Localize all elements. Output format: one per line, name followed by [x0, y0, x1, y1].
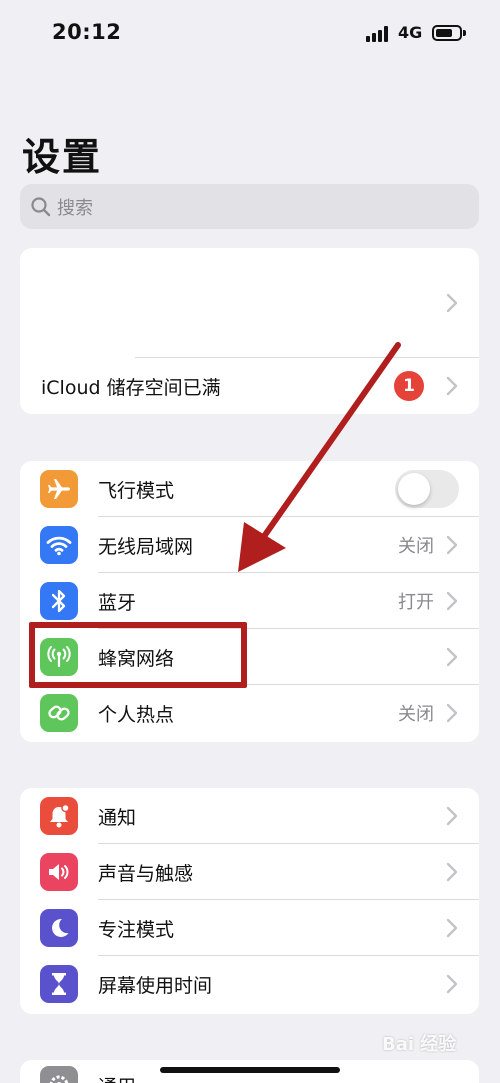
account-card: iCloud 储存空间已满 1	[20, 248, 479, 414]
sounds-row[interactable]: 声音与触感	[20, 844, 479, 900]
hotspot-link-icon	[40, 694, 78, 732]
status-bar: 20:12 4G	[0, 0, 500, 70]
bluetooth-label: 蓝牙	[98, 591, 137, 614]
notifications-label: 通知	[98, 806, 137, 829]
chevron-right-icon	[446, 535, 458, 555]
hotspot-label: 个人热点	[98, 703, 175, 726]
search-input[interactable]: 搜索	[20, 184, 479, 229]
signal-strength-icon	[366, 26, 390, 42]
chevron-right-icon	[446, 703, 458, 723]
notification-card: 通知 声音与触感 专注模式 屏幕使用时间	[20, 788, 479, 1014]
chevron-right-icon	[446, 647, 458, 667]
notifications-row[interactable]: 通知	[20, 788, 479, 844]
battery-icon	[432, 25, 462, 41]
gear-icon	[40, 1066, 78, 1083]
speaker-icon	[40, 853, 78, 891]
notification-badge: 1	[394, 371, 424, 401]
hourglass-icon	[40, 965, 78, 1003]
icloud-storage-row[interactable]: iCloud 储存空间已满 1	[20, 358, 479, 414]
status-time: 20:12	[52, 20, 122, 44]
wifi-row[interactable]: 无线局域网 关闭	[20, 517, 479, 573]
page-title: 设置	[22, 135, 103, 179]
airplane-mode-toggle[interactable]	[395, 470, 459, 508]
notification-bell-icon	[40, 797, 78, 835]
focus-row[interactable]: 专注模式	[20, 900, 479, 956]
chevron-right-icon	[446, 293, 458, 313]
chevron-right-icon	[446, 806, 458, 826]
network-type: 4G	[398, 23, 423, 42]
battery-cap	[463, 30, 466, 36]
connectivity-card: 飞行模式 无线局域网 关闭 蓝牙 打开 蜂窝网络 个人热点 关闭	[20, 461, 479, 742]
focus-label: 专注模式	[98, 918, 175, 941]
chevron-right-icon	[446, 918, 458, 938]
watermark: Bai 经验	[382, 1034, 457, 1055]
chevron-right-icon	[446, 376, 458, 396]
icloud-storage-label: iCloud 储存空间已满	[41, 376, 221, 399]
home-indicator[interactable]	[160, 1067, 340, 1073]
screen-time-label: 屏幕使用时间	[98, 974, 213, 997]
general-label: 通用	[98, 1072, 136, 1083]
chevron-right-icon	[446, 591, 458, 611]
moon-icon	[40, 909, 78, 947]
airplane-mode-label: 飞行模式	[98, 479, 175, 502]
screen-time-row[interactable]: 屏幕使用时间	[20, 956, 479, 1012]
search-icon	[31, 196, 51, 216]
airplane-mode-row: 飞行模式	[20, 461, 479, 517]
wifi-icon	[40, 526, 78, 564]
sounds-label: 声音与触感	[98, 862, 194, 885]
search-placeholder: 搜索	[57, 197, 93, 219]
bluetooth-icon	[40, 582, 78, 620]
bluetooth-status: 打开	[398, 592, 434, 613]
hotspot-row[interactable]: 个人热点 关闭	[20, 685, 479, 741]
wifi-status: 关闭	[398, 536, 434, 557]
annotation-highlight-box	[29, 622, 247, 688]
apple-id-row[interactable]	[20, 248, 479, 358]
chevron-right-icon	[446, 974, 458, 994]
hotspot-status: 关闭	[398, 704, 434, 725]
chevron-right-icon	[446, 862, 458, 882]
airplane-icon	[40, 470, 78, 508]
wifi-label: 无线局域网	[98, 535, 194, 558]
bluetooth-row[interactable]: 蓝牙 打开	[20, 573, 479, 629]
